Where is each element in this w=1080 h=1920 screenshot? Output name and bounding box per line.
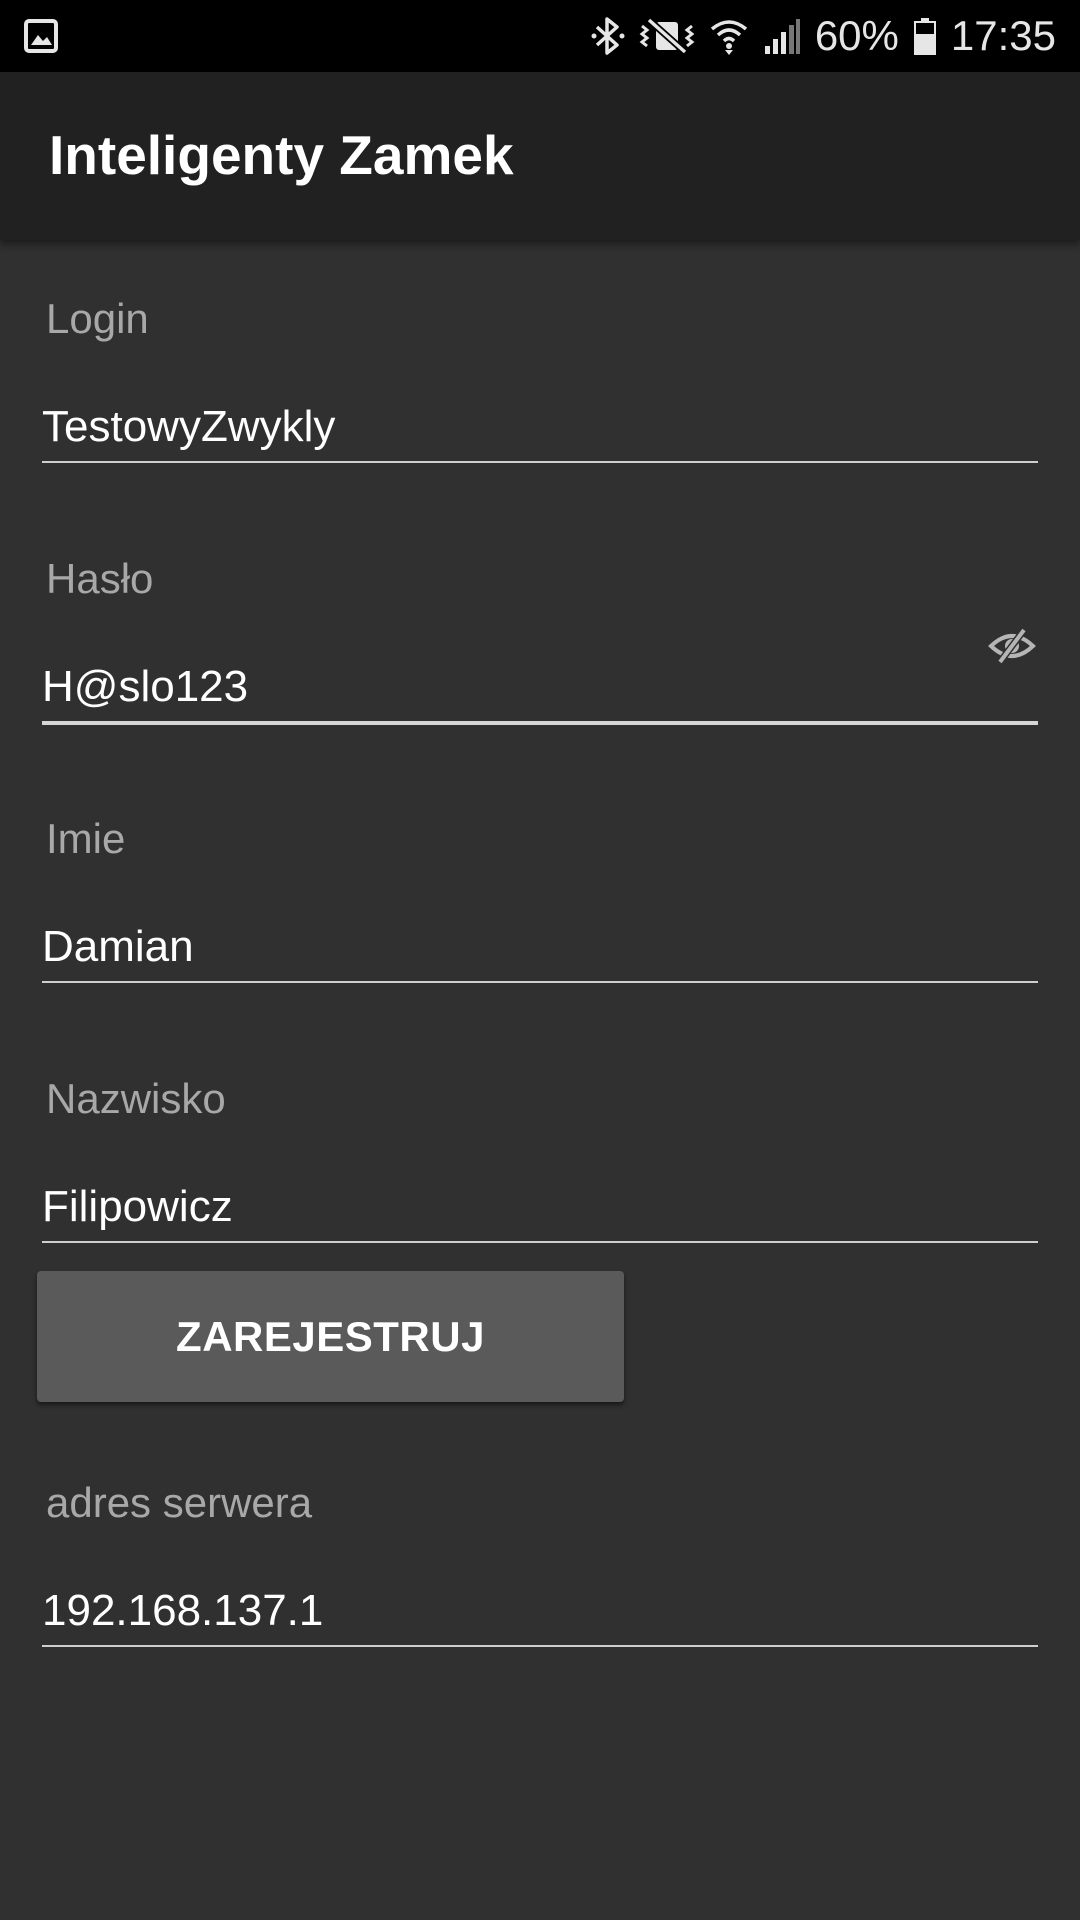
first-name-label: Imie: [46, 815, 126, 862]
app-title: Inteligenty Zamek: [49, 124, 514, 186]
battery-percent: 60%: [814, 12, 899, 59]
clock: 17:35: [950, 12, 1056, 59]
login-label: Login: [46, 295, 149, 342]
login-underline: [42, 461, 1038, 463]
wifi-icon: [710, 20, 747, 55]
password-label: Hasło: [46, 555, 154, 602]
login-input[interactable]: TestowyZwykly: [42, 405, 335, 449]
bluetooth-icon: [591, 17, 625, 55]
first-name-underline: [42, 981, 1038, 983]
signal-icon: [764, 19, 800, 54]
password-input[interactable]: H@slo123: [42, 665, 248, 709]
first-name-field[interactable]: Imie Damian: [42, 818, 1038, 988]
vibrate-mute-icon: [639, 17, 695, 55]
eye-off-icon[interactable]: [988, 628, 1036, 664]
app-bar: Inteligenty Zamek: [0, 72, 1080, 240]
last-name-input[interactable]: Filipowicz: [42, 1185, 233, 1229]
server-address-field[interactable]: adres serwera 192.168.137.1: [42, 1482, 1038, 1652]
server-address-underline: [42, 1645, 1038, 1647]
server-address-label: adres serwera: [46, 1479, 313, 1526]
battery-icon: [913, 18, 936, 55]
last-name-label: Nazwisko: [46, 1075, 226, 1122]
last-name-underline: [42, 1241, 1038, 1243]
register-button[interactable]: ZAREJESTRUJ: [37, 1271, 624, 1402]
screen: 60% 17:35 Inteligenty Zamek Login Testow…: [0, 0, 1080, 1920]
status-bar: 60% 17:35: [0, 0, 1080, 72]
login-field[interactable]: Login TestowyZwykly: [42, 298, 1038, 468]
first-name-input[interactable]: Damian: [42, 925, 194, 969]
gallery-icon: [24, 19, 58, 53]
password-field[interactable]: Hasło H@slo123: [42, 558, 1038, 728]
status-icons: 60% 17:35: [591, 0, 1056, 72]
server-address-input[interactable]: 192.168.137.1: [42, 1589, 323, 1633]
last-name-field[interactable]: Nazwisko Filipowicz: [42, 1078, 1038, 1248]
password-underline: [42, 721, 1038, 725]
